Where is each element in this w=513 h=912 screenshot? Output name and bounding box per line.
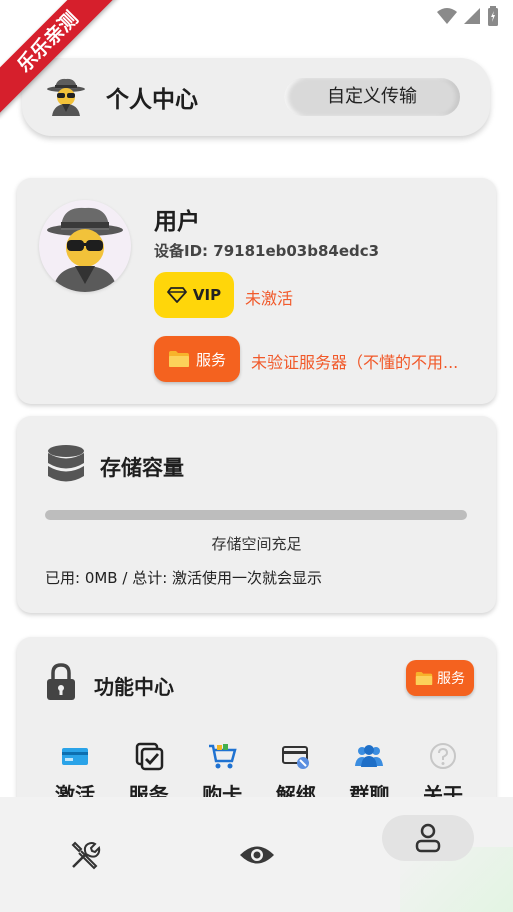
vip-status: 未激活	[245, 289, 294, 308]
feature-title: 功能中心	[94, 675, 174, 699]
battery-icon	[488, 6, 498, 26]
help-icon	[429, 743, 456, 769]
user-card: 用户 设备ID: 79181eb03b84edc3 VIP 未激活 服务 未验证…	[17, 178, 496, 404]
vip-badge[interactable]: VIP	[154, 272, 234, 318]
vip-label: VIP	[192, 286, 222, 304]
folder-icon	[415, 671, 433, 685]
device-id: 设备ID: 79181eb03b84edc3	[154, 242, 380, 260]
feature-service-button[interactable]: 服务	[406, 660, 474, 696]
storage-title: 存储容量	[100, 456, 184, 480]
unbind-icon	[281, 746, 309, 769]
ribbon-label: 乐乐亲测	[0, 0, 120, 117]
signal-icon	[464, 8, 480, 24]
eye-icon	[240, 846, 274, 864]
wifi-icon	[437, 8, 457, 24]
user-name: 用户	[154, 209, 200, 235]
database-icon	[48, 445, 84, 482]
storage-card: 存储容量 存储空间充足 已用: 0MB / 总计: 激活使用一次就会显示	[17, 416, 496, 613]
bottom-nav	[0, 797, 513, 912]
nav-tools[interactable]	[62, 835, 108, 875]
tools-icon	[71, 841, 101, 870]
service-badge[interactable]: 服务	[154, 336, 240, 382]
avatar[interactable]	[39, 200, 131, 292]
feature-service-label: 服务	[437, 671, 465, 687]
diamond-icon	[167, 287, 187, 303]
group-icon	[355, 745, 384, 767]
cart-icon	[209, 744, 237, 769]
nav-view[interactable]	[234, 835, 280, 875]
storage-progress-bar	[45, 510, 467, 520]
spy-avatar-icon	[47, 207, 123, 292]
ribbon-corner: 乐乐亲测	[0, 0, 120, 120]
lock-icon	[47, 663, 75, 700]
folder-icon	[168, 351, 189, 367]
storage-usage: 已用: 0MB / 总计: 激活使用一次就会显示	[45, 569, 323, 587]
card-icon	[62, 748, 88, 765]
custom-transfer-button[interactable]: 自定义传输	[284, 78, 460, 116]
service-label: 服务	[195, 350, 226, 369]
person-icon	[415, 823, 441, 853]
checklist-icon	[135, 742, 163, 771]
service-status: 未验证服务器（不懂的不用...	[251, 353, 459, 372]
nav-profile[interactable]	[382, 815, 474, 861]
storage-note: 存储空间充足	[211, 535, 302, 553]
